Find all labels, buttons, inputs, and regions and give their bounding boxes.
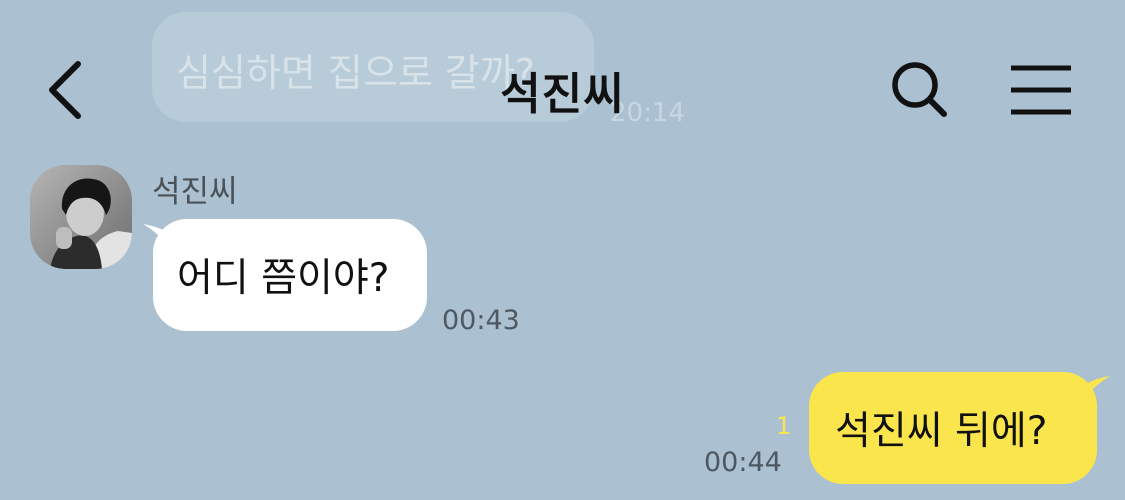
message-text: 어디 쯤이야? — [177, 256, 390, 301]
outgoing-message-bubble[interactable]: 석진씨 뒤에? — [809, 372, 1097, 484]
unread-count-badge: 1 — [776, 412, 792, 440]
message-timestamp: 00:43 — [442, 305, 520, 336]
message-timestamp: 00:44 — [704, 447, 782, 478]
page-title: 석진씨 — [500, 69, 625, 120]
search-button[interactable] — [886, 56, 956, 126]
hamburger-menu-icon — [1011, 65, 1071, 115]
incoming-message-bubble[interactable]: 어디 쯤이야? — [153, 219, 427, 331]
menu-button[interactable] — [1004, 58, 1078, 122]
profile-photo — [30, 165, 132, 269]
avatar[interactable] — [30, 165, 132, 269]
search-icon — [892, 62, 947, 117]
sender-name: 석진씨 — [152, 174, 238, 210]
message-text: 석진씨 뒤에? — [835, 409, 1048, 454]
